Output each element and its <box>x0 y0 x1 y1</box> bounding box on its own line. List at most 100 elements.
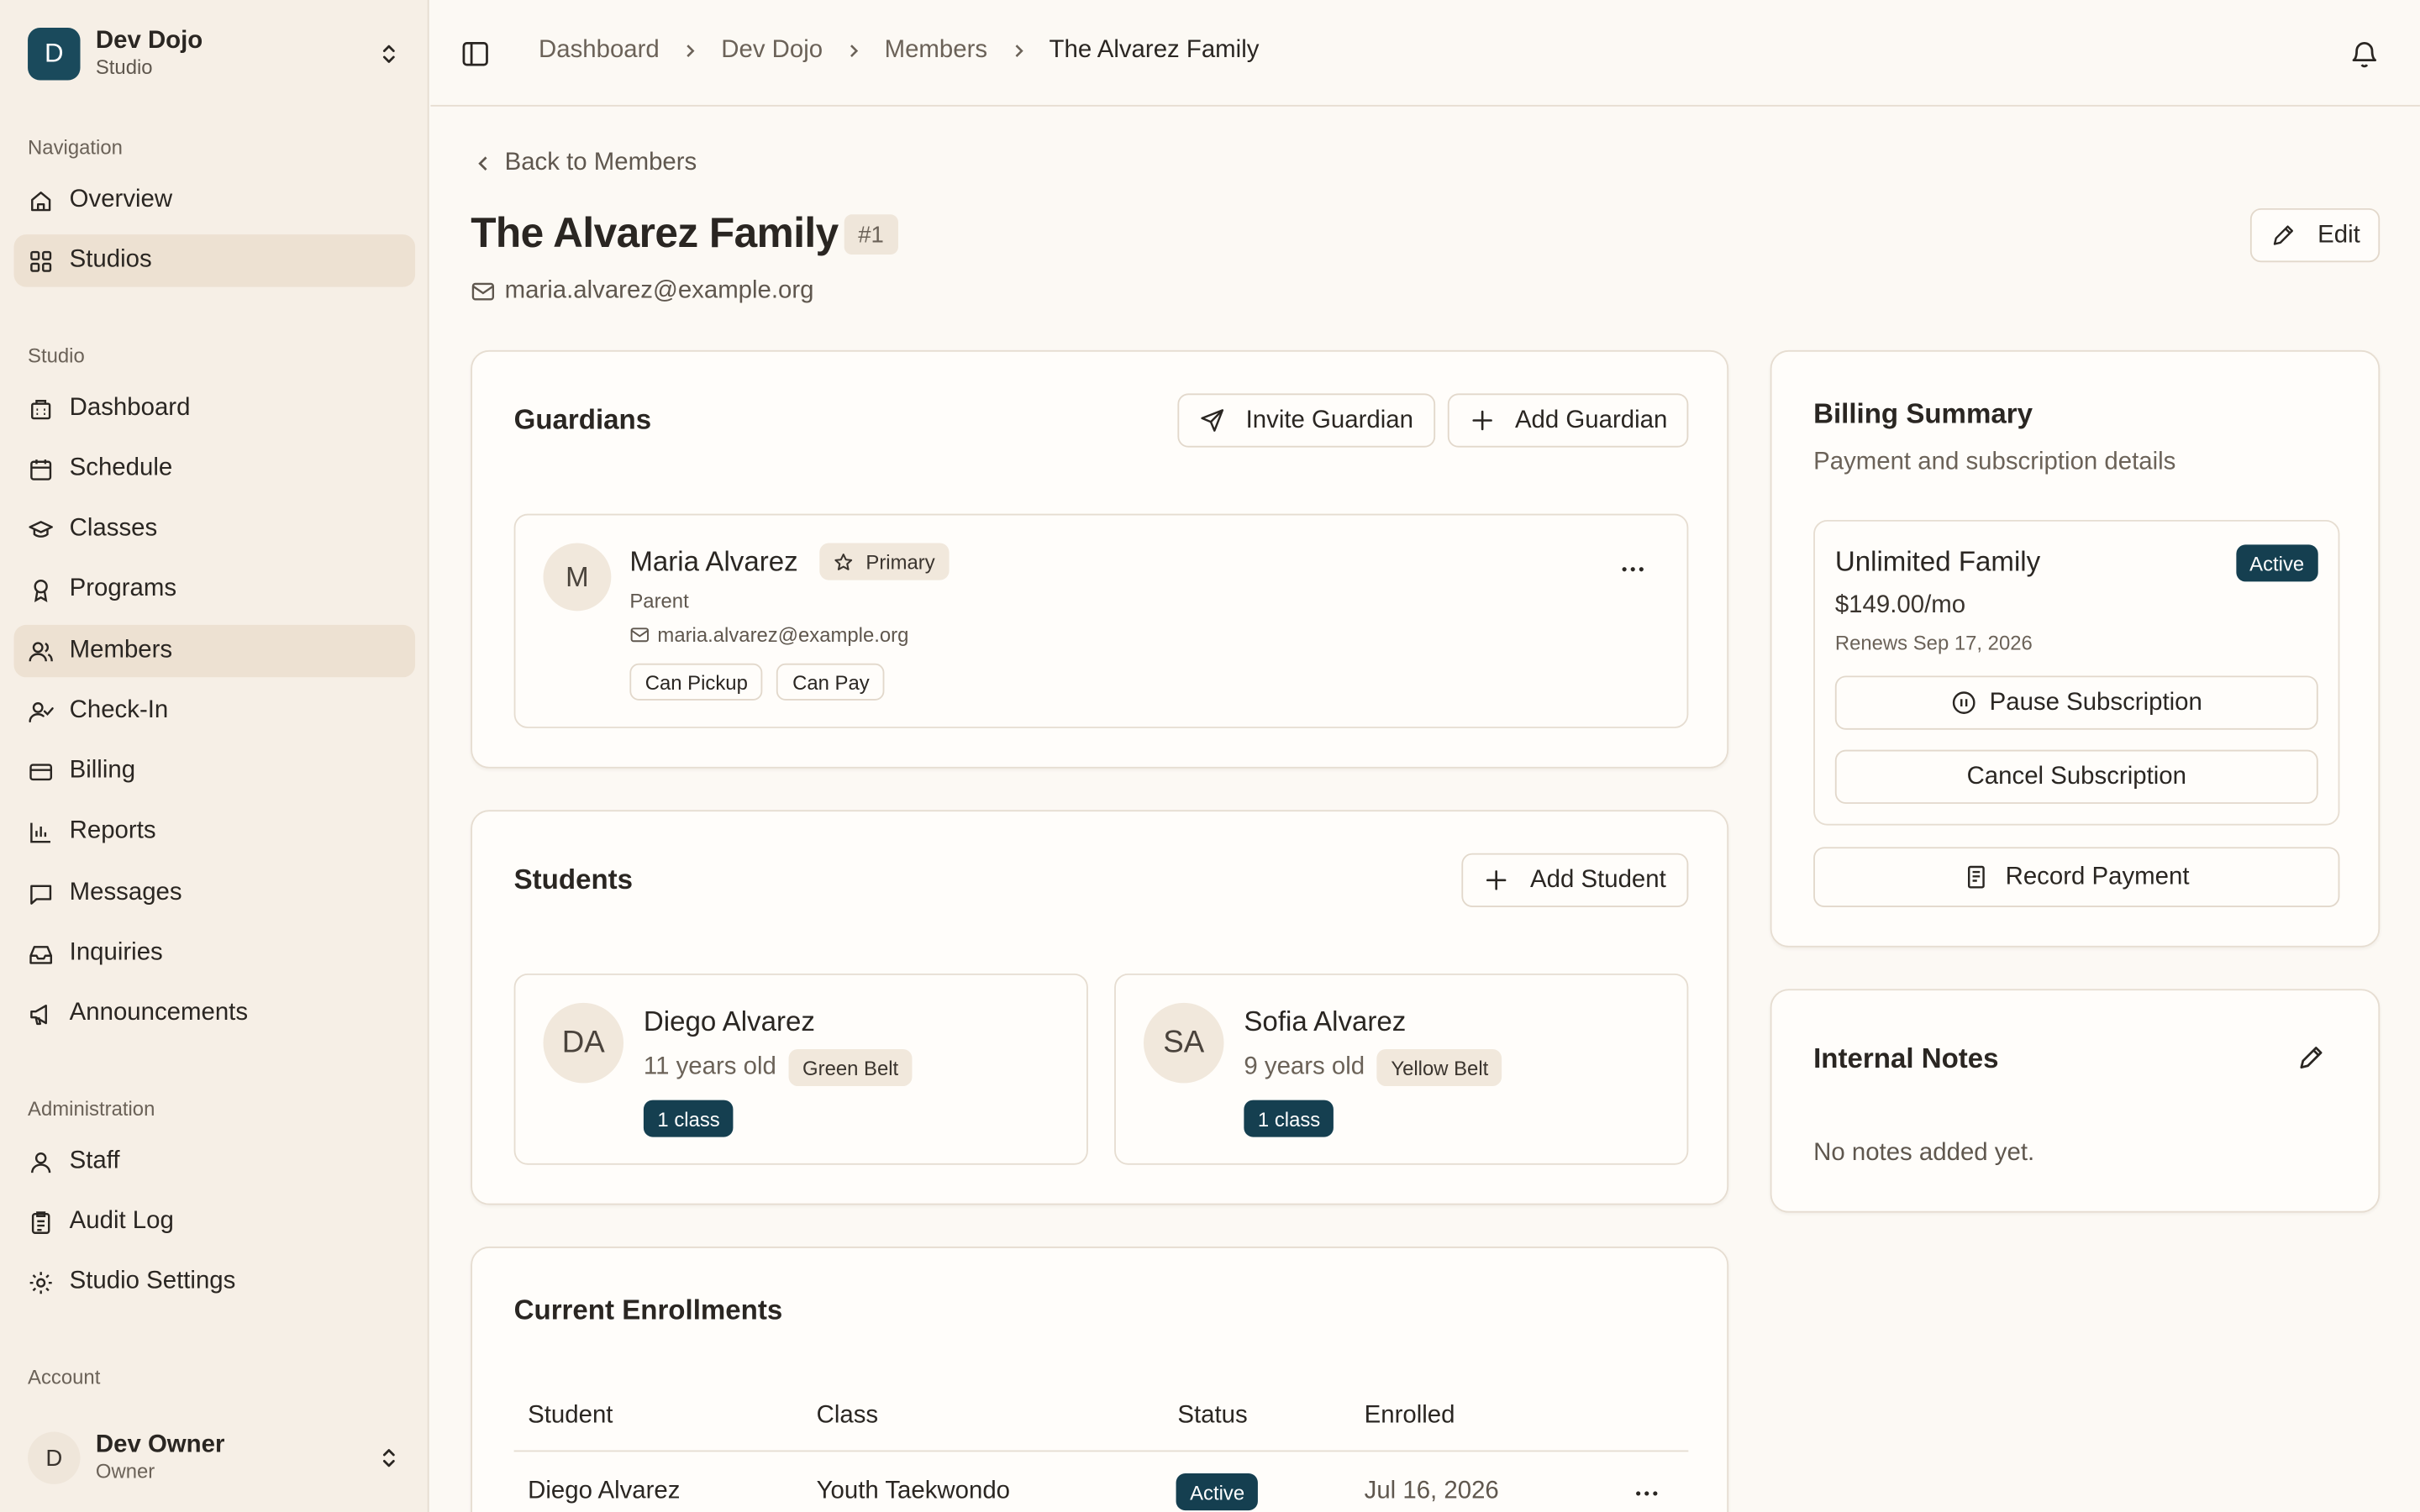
user-check-icon <box>29 701 54 722</box>
sidebar-item-label: Members <box>69 637 173 664</box>
pencil-icon[interactable] <box>2296 1043 2326 1073</box>
internal-notes-card: Internal Notes No notes added yet. <box>1770 989 2381 1213</box>
breadcrumb-members[interactable]: Members <box>885 37 987 65</box>
cell-class: Youth Taekwondo <box>816 1478 1011 1504</box>
page-title: The Alvarez Family <box>471 209 839 256</box>
cancel-subscription-label: Cancel Subscription <box>1966 763 2186 790</box>
students-title: Students <box>513 864 634 895</box>
status-badge: Active <box>1176 1473 1259 1511</box>
sidebar: D Dev Dojo Studio Navigation Overview St… <box>0 0 429 1512</box>
account-menu[interactable]: D Dev Owner Owner <box>14 1420 416 1497</box>
sidebar-item-label: Reports <box>69 817 156 844</box>
billing-title: Billing Summary <box>1813 397 2033 429</box>
message-square-icon <box>30 884 52 904</box>
add-guardian-button[interactable]: Add Guardian <box>1447 393 1689 448</box>
bell-icon[interactable] <box>2349 39 2380 70</box>
student-age: 9 years old <box>1244 1053 1365 1080</box>
sidebar-item-label: Classes <box>69 515 158 542</box>
receipt-icon <box>1968 865 1986 889</box>
app-root: D Dev Dojo Studio Navigation Overview St… <box>0 0 2420 1512</box>
avatar: DA <box>543 1002 624 1084</box>
sidebar-item-programs[interactable]: Programs <box>14 563 416 615</box>
sidebar-item-members[interactable]: Members <box>13 624 416 678</box>
studio-logo: D <box>28 28 81 81</box>
sidebar-item-label: Check-In <box>69 697 169 724</box>
chevron-up-down-icon <box>382 1449 395 1467</box>
guardians-card: Guardians Invite Guardian Add Guardian M… <box>471 349 1729 769</box>
add-student-label: Add Student <box>1530 866 1666 893</box>
breadcrumb-dashboard[interactable]: Dashboard <box>539 37 660 65</box>
nav-section-label: Navigation <box>28 135 123 160</box>
sidebar-item-staff[interactable]: Staff <box>14 1136 416 1188</box>
chevron-right-icon <box>850 45 859 57</box>
breadcrumb-current: The Alvarez Family <box>1049 37 1260 64</box>
sidebar-item-dashboard[interactable]: Dashboard <box>14 383 416 435</box>
clipboard-list-icon <box>31 1210 50 1234</box>
sidebar-item-audit-log[interactable]: Audit Log <box>14 1195 416 1247</box>
sidebar-item-label: Programs <box>69 575 177 602</box>
family-email: maria.alvarez@example.org <box>471 278 814 306</box>
plan-renews: Renews Sep 17, 2026 <box>1834 631 2033 654</box>
add-student-button[interactable]: Add Student <box>1461 853 1689 907</box>
guardian-relation: Parent <box>629 589 689 613</box>
star-icon <box>834 553 853 570</box>
bar-chart-icon <box>30 822 50 843</box>
sidebar-item-inquiries[interactable]: Inquiries <box>14 927 416 979</box>
notes-title: Internal Notes <box>1813 1042 1999 1074</box>
nav-section-label: Account <box>28 1365 101 1389</box>
chevron-left-icon <box>478 156 487 171</box>
sidebar-item-reports[interactable]: Reports <box>14 806 416 858</box>
mail-icon <box>630 627 649 643</box>
sidebar-toggle-icon[interactable] <box>460 39 491 70</box>
sidebar-item-studio-settings[interactable]: Studio Settings <box>14 1256 416 1308</box>
student-card[interactable]: SA Sofia Alvarez 9 years old Yellow Belt… <box>1114 973 1689 1165</box>
sidebar-item-schedule[interactable]: Schedule <box>14 443 416 495</box>
family-id-badge: #1 <box>844 214 898 255</box>
guardian-email-text: maria.alvarez@example.org <box>657 623 909 647</box>
breadcrumb-studio[interactable]: Dev Dojo <box>721 37 823 65</box>
pause-subscription-button[interactable]: Pause Subscription <box>1834 675 2318 730</box>
sidebar-item-billing[interactable]: Billing <box>14 745 416 797</box>
guardian-email: maria.alvarez@example.org <box>629 623 908 647</box>
grid-icon <box>30 249 52 271</box>
subscription-panel: Unlimited Family Active $149.00/mo Renew… <box>1813 519 2340 826</box>
breadcrumb: Dashboard Dev Dojo Members The Alvarez F… <box>539 37 1259 65</box>
cancel-subscription-button[interactable]: Cancel Subscription <box>1834 749 2318 804</box>
mail-icon <box>471 282 495 301</box>
student-card[interactable]: DA Diego Alvarez 11 years old Green Belt… <box>513 973 1088 1165</box>
students-card: Students Add Student DA Diego Alvarez 11… <box>471 810 1729 1205</box>
billing-summary-card: Billing Summary Payment and subscription… <box>1770 349 2381 948</box>
guardian-permissions: Can Pickup Can Pay <box>629 663 886 701</box>
cell-enrolled: Jul 16, 2026 <box>1364 1478 1499 1504</box>
users-icon <box>29 641 53 661</box>
invite-guardian-button[interactable]: Invite Guardian <box>1177 393 1436 448</box>
billing-subtitle: Payment and subscription details <box>1813 449 2176 475</box>
account-name: Dev Owner <box>95 1431 225 1458</box>
sidebar-item-label: Announcements <box>69 1000 249 1026</box>
sidebar-item-label: Dashboard <box>69 395 191 422</box>
plan-price: $149.00/mo <box>1834 592 1966 619</box>
sidebar-item-checkin[interactable]: Check-In <box>14 685 416 737</box>
sidebar-item-announcements[interactable]: Announcements <box>14 987 416 1039</box>
more-options-icon[interactable] <box>1619 555 1647 583</box>
sidebar-item-messages[interactable]: Messages <box>14 867 416 919</box>
table-divider <box>513 1450 1689 1452</box>
primary-badge-label: Primary <box>865 549 935 574</box>
column-header: Status <box>1177 1402 1248 1429</box>
record-payment-button[interactable]: Record Payment <box>1813 847 2340 907</box>
studio-switcher[interactable]: D Dev Dojo Studio <box>14 18 416 89</box>
guardians-title: Guardians <box>513 404 652 435</box>
column-header: Class <box>816 1402 879 1429</box>
graduation-cap-icon <box>29 520 53 538</box>
chevron-up-down-icon <box>382 45 395 63</box>
more-options-icon[interactable] <box>1633 1479 1660 1507</box>
plus-icon <box>1471 410 1492 431</box>
back-link[interactable]: Back to Members <box>472 150 697 177</box>
sidebar-item-studios[interactable]: Studios <box>13 234 416 287</box>
sidebar-item-overview[interactable]: Overview <box>14 175 416 227</box>
edit-button[interactable]: Edit <box>2249 207 2381 263</box>
sidebar-item-classes[interactable]: Classes <box>14 503 416 555</box>
account-role: Owner <box>95 1459 155 1483</box>
pause-subscription-label: Pause Subscription <box>1989 689 2202 716</box>
belt-badge: Green Belt <box>788 1048 913 1087</box>
